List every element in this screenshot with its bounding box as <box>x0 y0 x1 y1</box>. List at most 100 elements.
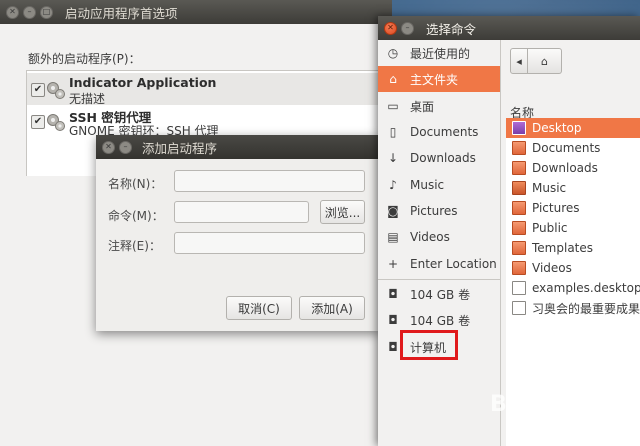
file-name: Videos <box>532 261 572 275</box>
enable-checkbox[interactable]: ✔ <box>31 83 45 97</box>
sidebar-item-label: Documents <box>410 125 479 139</box>
document-icon: ▯ <box>389 125 397 139</box>
command-label: 命令(M)： <box>108 209 164 223</box>
sidebar-item-videos[interactable]: ▤ Videos <box>378 224 500 250</box>
highlight-annotation-box <box>400 330 458 360</box>
home-icon: ⌂ <box>389 72 397 86</box>
sidebar-item-home[interactable]: ⌂ 主文件夹 <box>378 66 500 92</box>
list-item[interactable]: examples.desktop <box>506 278 640 298</box>
startup-titlebar: ✕ – □ 启动应用程序首选项 <box>0 0 392 24</box>
command-field[interactable] <box>174 201 309 223</box>
file-name: examples.desktop <box>532 281 640 295</box>
list-item[interactable]: Documents <box>506 138 640 158</box>
select-command-dialog: ✕ – 选择命令 ◷ 最近使用的 ⌂ 主文件夹 ▭ 桌面 ▯ Documents ↓ Do… <box>378 16 640 446</box>
sidebar-item-label: 桌面 <box>410 99 435 114</box>
file-name: Music <box>532 181 567 195</box>
gear-icon <box>47 82 65 99</box>
cancel-button[interactable]: 取消(C) <box>226 296 292 320</box>
folder-icon <box>512 141 526 155</box>
list-item[interactable]: 习奥会的最重要成果 <box>506 298 640 318</box>
gear-icon <box>47 114 65 131</box>
drive-icon: ◘ <box>388 287 398 301</box>
program-row[interactable]: ✔ SSH 密钥代理 GNOME 密钥环：SSH 代理 <box>27 105 391 138</box>
folder-icon <box>512 201 526 215</box>
name-label: 名称(N)： <box>108 177 163 191</box>
minimize-icon[interactable]: – <box>401 21 414 35</box>
sidebar-item-music[interactable]: ♪ Music <box>378 172 500 198</box>
baidu-watermark: Baidu 经验 <box>490 392 613 417</box>
sidebar-item-documents[interactable]: ▯ Documents <box>378 119 500 145</box>
film-icon: ▤ <box>387 230 399 244</box>
file-name: 习奥会的最重要成果 <box>532 301 640 316</box>
dialog-title: 添加启动程序 <box>142 140 218 156</box>
drive-icon: ◘ <box>388 313 398 327</box>
file-name: Documents <box>532 141 601 155</box>
file-name: Templates <box>532 241 594 255</box>
list-item[interactable]: Music <box>506 178 640 198</box>
download-icon: ↓ <box>387 151 399 165</box>
sidebar-item-desktop[interactable]: ▭ 桌面 <box>378 93 500 119</box>
sidebar-divider <box>378 279 500 280</box>
chooser-titlebar: ✕ – 选择命令 <box>378 16 640 40</box>
list-item[interactable]: Templates <box>506 238 640 258</box>
file-icon <box>512 281 526 295</box>
add-button[interactable]: 添加(A) <box>299 296 365 320</box>
sidebar-item-label: Pictures <box>410 204 458 218</box>
list-item[interactable]: Pictures <box>506 198 640 218</box>
close-icon[interactable]: ✕ <box>102 140 115 154</box>
close-icon[interactable]: ✕ <box>6 5 19 19</box>
sidebar-item-label: 最近使用的 <box>410 46 471 61</box>
home-icon: ⌂ <box>541 54 548 68</box>
minimize-icon[interactable]: – <box>23 5 36 19</box>
desktop-icon: ▭ <box>387 99 399 113</box>
browse-button[interactable]: 浏览... <box>320 200 365 224</box>
sidebar-item-label: 主文件夹 <box>410 72 459 87</box>
home-path-button[interactable]: ⌂ <box>528 48 562 74</box>
name-field[interactable] <box>174 170 365 192</box>
chooser-title: 选择命令 <box>426 21 477 37</box>
sidebar-item-enter-location[interactable]: + Enter Location <box>378 251 500 277</box>
window-title: 启动应用程序首选项 <box>65 5 178 21</box>
close-icon[interactable]: ✕ <box>384 21 397 35</box>
extra-programs-label: 额外的启动程序(P)： <box>28 52 141 66</box>
places-sidebar: ◷ 最近使用的 ⌂ 主文件夹 ▭ 桌面 ▯ Documents ↓ Downloads ♪… <box>378 40 501 446</box>
sidebar-item-label: 104 GB 卷 <box>410 313 471 328</box>
maximize-icon[interactable]: □ <box>40 5 53 19</box>
comment-label: 注释(E)： <box>108 239 161 253</box>
sidebar-item-volume[interactable]: ◘ 104 GB 卷 <box>378 281 500 307</box>
list-item[interactable]: Videos <box>506 258 640 278</box>
dialog-titlebar: ✕ – 添加启动程序 <box>96 135 380 159</box>
clock-icon: ◷ <box>387 46 399 60</box>
music-icon: ♪ <box>389 178 397 192</box>
file-name: Public <box>532 221 568 235</box>
back-arrow-icon[interactable]: ◂ <box>510 48 528 74</box>
file-icon <box>512 301 526 315</box>
program-name: Indicator Application <box>69 75 217 90</box>
list-item[interactable]: Desktop <box>506 118 640 138</box>
folder-icon <box>512 241 526 255</box>
folder-icon <box>512 221 526 235</box>
folder-icon <box>512 161 526 175</box>
sidebar-item-downloads[interactable]: ↓ Downloads <box>378 145 500 171</box>
comment-field[interactable] <box>174 232 365 254</box>
path-bar: ◂ ⌂ <box>510 48 562 74</box>
folder-icon <box>512 261 526 275</box>
plus-icon: + <box>387 257 399 271</box>
enable-checkbox[interactable]: ✔ <box>31 115 45 129</box>
sidebar-item-recent[interactable]: ◷ 最近使用的 <box>378 40 500 66</box>
sidebar-item-label: 104 GB 卷 <box>410 287 471 302</box>
music-folder-icon <box>512 181 526 195</box>
sidebar-item-label: Videos <box>410 230 450 244</box>
program-row[interactable]: ✔ Indicator Application 无描述 <box>27 73 391 106</box>
sidebar-item-pictures[interactable]: ◙ Pictures <box>378 198 500 224</box>
add-startup-program-dialog: ✕ – 添加启动程序 名称(N)： 命令(M)： 浏览... 注释(E)： 取消… <box>96 135 380 331</box>
file-name: Pictures <box>532 201 580 215</box>
file-name: Downloads <box>532 161 598 175</box>
sidebar-item-label: Music <box>410 178 445 192</box>
list-item[interactable]: Public <box>506 218 640 238</box>
minimize-icon[interactable]: – <box>119 140 132 154</box>
computer-icon: ◘ <box>388 340 398 354</box>
sidebar-item-label: Enter Location <box>410 257 497 271</box>
camera-icon: ◙ <box>387 204 399 218</box>
list-item[interactable]: Downloads <box>506 158 640 178</box>
